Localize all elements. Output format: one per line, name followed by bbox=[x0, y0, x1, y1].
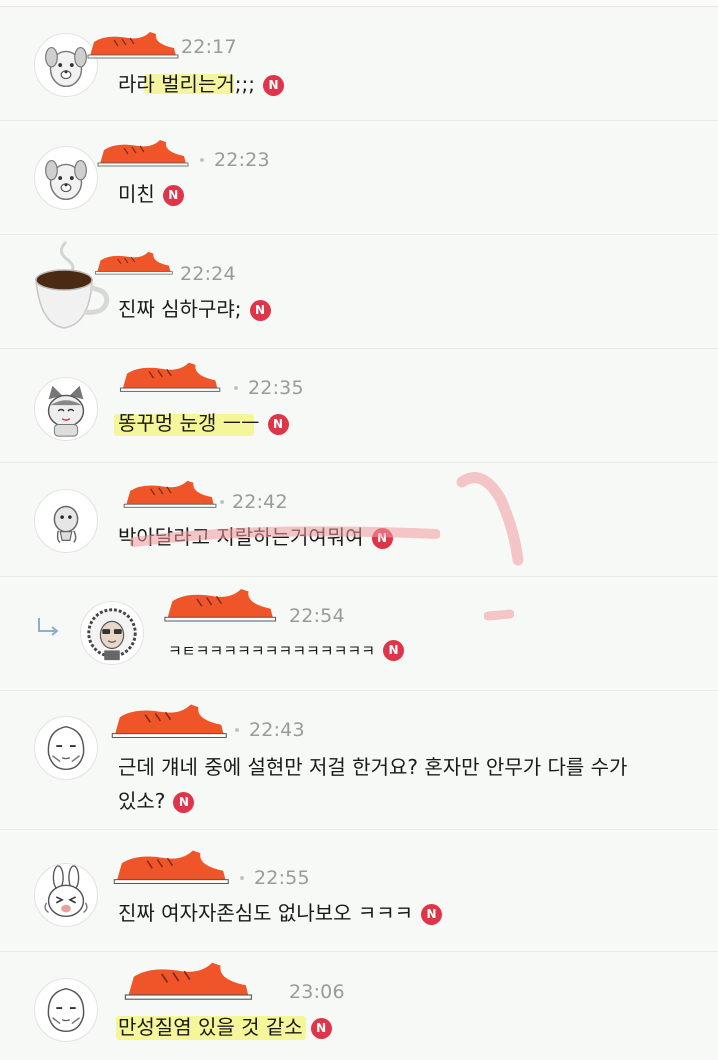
nickname-sneaker-sticker bbox=[84, 30, 180, 60]
nickname-sneaker-sticker bbox=[92, 138, 192, 168]
comment-row: 22:55 진짜 여자자존심도 없나보오 ㅋㅋㅋ N bbox=[0, 830, 718, 952]
new-badge: N bbox=[267, 414, 289, 435]
comment-text: 근데 걔네 중에 설현만 저걸 한거요? 혼자만 안무가 다를 수가 있소? N bbox=[118, 755, 628, 813]
new-badge: N bbox=[371, 528, 393, 549]
nickname-sneaker-sticker bbox=[104, 702, 232, 740]
comment-row: 22:35 똥꾸멍 눈갱 ㅡㅡ N bbox=[0, 350, 718, 463]
new-badge: N bbox=[310, 1018, 332, 1039]
comment-row: 22:43 근데 걔네 중에 설현만 저걸 한거요? 혼자만 안무가 다를 수가… bbox=[0, 692, 718, 830]
separator-dot bbox=[235, 728, 239, 732]
dog-character-icon[interactable] bbox=[34, 146, 98, 210]
blob-character-icon[interactable] bbox=[34, 489, 98, 553]
separator-dot bbox=[200, 158, 204, 162]
comment-time: 22:42 bbox=[232, 491, 288, 513]
cat-character-icon[interactable] bbox=[34, 377, 98, 441]
new-badge: N bbox=[249, 300, 271, 321]
separator-dot bbox=[240, 876, 244, 880]
nickname-sneaker-sticker bbox=[120, 478, 218, 510]
rabbit-character-icon[interactable] bbox=[34, 863, 98, 927]
comment-row: 22:24 진짜 심하구랴; N bbox=[0, 236, 718, 349]
comment-text: 미친 N bbox=[118, 177, 184, 211]
comment-row: 22:42 박아달라고 지랄하는거여뭐여 N bbox=[0, 464, 718, 577]
separator-dot bbox=[220, 500, 224, 504]
nickname-sneaker-sticker bbox=[160, 586, 278, 624]
new-badge: N bbox=[383, 640, 405, 661]
comment-time: 22:24 bbox=[180, 263, 236, 285]
nickname-sneaker-sticker bbox=[108, 848, 232, 886]
new-badge: N bbox=[162, 185, 184, 206]
comment-text: ㅋㅌㅋㅋㅋㅋㅋㅋㅋㅋㅋㅋㅋㅋㅋ N bbox=[168, 634, 405, 668]
comment-text: 만성질염 있을 것 같소 N bbox=[118, 1010, 332, 1044]
comment-time: 22:17 bbox=[181, 36, 237, 58]
list-top-divider bbox=[0, 0, 718, 7]
comment-time: 23:06 bbox=[289, 981, 345, 1003]
comment-row: 22:54 ㅋㅌㅋㅋㅋㅋㅋㅋㅋㅋㅋㅋㅋㅋㅋ N bbox=[0, 578, 718, 691]
comment-time: 22:43 bbox=[249, 719, 305, 741]
new-badge: N bbox=[262, 75, 284, 96]
comment-row: 22:23 미친 N bbox=[0, 122, 718, 235]
nickname-sneaker-sticker bbox=[116, 360, 222, 394]
comment-text: 똥꾸멍 눈갱 ㅡㅡ N bbox=[118, 406, 289, 440]
comment-row: 23:06 만성질염 있을 것 같소 N bbox=[0, 952, 718, 1060]
comment-text: 박아달라고 지랄하는거여뭐여 N bbox=[118, 520, 393, 554]
comment-time: 22:23 bbox=[214, 149, 270, 171]
comment-text: 진짜 심하구랴; N bbox=[118, 292, 271, 326]
comment-text: 라라 벌리는거;;; N bbox=[118, 67, 284, 101]
new-badge: N bbox=[173, 792, 195, 813]
comment-text: 진짜 여자자존심도 없나보오 ㅋㅋㅋ N bbox=[118, 896, 443, 930]
comment-time: 22:55 bbox=[254, 867, 310, 889]
peach-character-icon[interactable] bbox=[34, 978, 98, 1042]
fluffy-character-icon[interactable] bbox=[80, 601, 144, 665]
comment-time: 22:35 bbox=[248, 377, 304, 399]
comment-time: 22:54 bbox=[289, 605, 345, 627]
nickname-sneaker-sticker bbox=[116, 960, 258, 1002]
new-badge: N bbox=[421, 904, 443, 925]
nickname-sneaker-sticker bbox=[92, 248, 174, 278]
peach-character-icon[interactable] bbox=[34, 716, 98, 780]
separator-dot bbox=[234, 386, 238, 390]
comment-row: 22:17 라라 벌리는거;;; N bbox=[0, 8, 718, 121]
